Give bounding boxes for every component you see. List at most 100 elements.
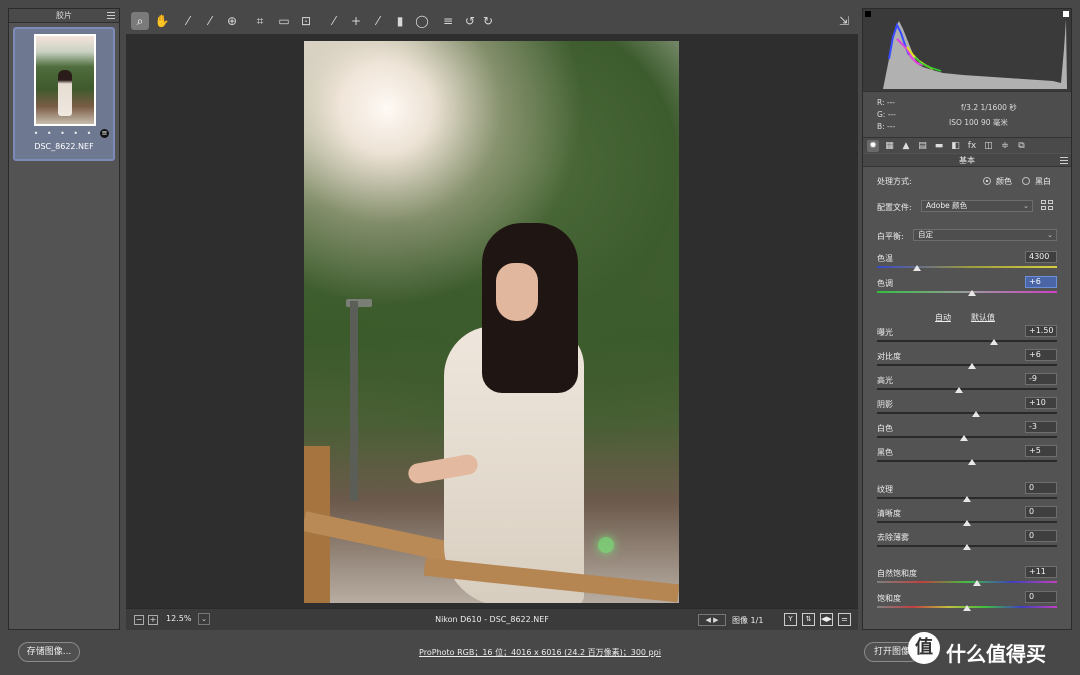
whites-label: 白色 bbox=[877, 424, 893, 433]
shadows-value-field[interactable]: +10 bbox=[1025, 397, 1057, 409]
saturation-slider-thumb[interactable] bbox=[963, 605, 971, 611]
exposure-slider-thumb[interactable] bbox=[990, 339, 998, 345]
vibrance-slider-track[interactable] bbox=[877, 581, 1057, 583]
blacks-value-field[interactable]: +5 bbox=[1025, 445, 1057, 457]
tone-curve-tab-icon[interactable]: ▦ bbox=[884, 140, 896, 152]
treatment-bw-radio[interactable] bbox=[1022, 177, 1030, 185]
adjustment-brush-icon[interactable]: ⁄ bbox=[369, 12, 387, 30]
lens-corrections-tab-icon[interactable]: ◧ bbox=[950, 140, 962, 152]
histogram-graph bbox=[865, 11, 1069, 89]
thumbnail-figure bbox=[58, 70, 72, 116]
saturation-label: 饱和度 bbox=[877, 594, 901, 603]
crop-tool-icon[interactable]: ⌗ bbox=[251, 12, 269, 30]
profile-select[interactable]: Adobe 颜色 ⌄ bbox=[921, 200, 1033, 212]
tint-slider-track[interactable] bbox=[877, 291, 1057, 293]
blacks-slider-thumb[interactable] bbox=[967, 459, 976, 465]
straighten-tool-icon[interactable]: ▭ bbox=[275, 12, 293, 30]
vibrance-slider-thumb[interactable] bbox=[972, 580, 981, 586]
rotate-right-icon[interactable]: ↻ bbox=[479, 12, 497, 30]
presets-tab-icon[interactable]: ≑ bbox=[999, 140, 1011, 152]
rotate-left-icon[interactable]: ↺ bbox=[461, 12, 479, 30]
effects-tab-icon[interactable]: fx bbox=[966, 140, 978, 152]
split-toning-tab-icon[interactable]: ▬ bbox=[933, 140, 945, 152]
swap-settings-icon[interactable]: ⇅ bbox=[802, 613, 815, 626]
exposure-slider-track[interactable] bbox=[877, 340, 1057, 342]
photo-preview[interactable] bbox=[304, 41, 679, 603]
hsl-tab-icon[interactable]: ▤ bbox=[917, 140, 929, 152]
contrast-slider-track[interactable] bbox=[877, 364, 1057, 366]
dehaze-value-field[interactable]: 0 bbox=[1025, 530, 1057, 542]
contrast-label: 对比度 bbox=[877, 352, 901, 361]
texture-slider-thumb[interactable] bbox=[963, 496, 971, 502]
vibrance-label: 自然饱和度 bbox=[877, 569, 917, 578]
temp-slider-thumb[interactable] bbox=[912, 265, 921, 271]
tint-label: 色调 bbox=[877, 279, 893, 288]
image-nav-buttons[interactable]: ◀ ▶ bbox=[698, 614, 726, 626]
shadows-slider-track[interactable] bbox=[877, 412, 1057, 414]
shadows-slider-thumb[interactable] bbox=[972, 411, 980, 417]
preferences-icon[interactable]: ≡ bbox=[439, 12, 457, 30]
basic-tab-icon[interactable]: ✹ bbox=[867, 140, 879, 152]
snapshots-tab-icon[interactable]: ⧉ bbox=[1016, 140, 1028, 152]
shadow-clip-icon bbox=[865, 11, 871, 17]
saturation-value-field[interactable]: 0 bbox=[1025, 591, 1057, 603]
lens-flare bbox=[598, 537, 614, 553]
hand-tool-icon[interactable]: ✋ bbox=[153, 12, 171, 30]
temp-value-field[interactable]: 4300 bbox=[1025, 251, 1057, 263]
targeted-adjustment-tool-icon[interactable]: ⊕ bbox=[223, 12, 241, 30]
auto-link[interactable]: 自动 bbox=[935, 312, 951, 323]
vibrance-value-field[interactable]: +11 bbox=[1025, 566, 1057, 578]
tint-slider-thumb[interactable] bbox=[968, 290, 977, 296]
whites-value-field[interactable]: -3 bbox=[1025, 421, 1057, 433]
radial-filter-icon[interactable]: ◯ bbox=[413, 12, 431, 30]
wb-value: 自定 bbox=[918, 230, 933, 239]
exposure-value-field[interactable]: +1.50 bbox=[1025, 325, 1057, 337]
treatment-bw-label[interactable]: 黑白 bbox=[1035, 176, 1051, 187]
contrast-slider-thumb[interactable] bbox=[968, 363, 977, 369]
rating-stars[interactable]: • • • • • bbox=[15, 129, 113, 138]
treatment-color-radio[interactable] bbox=[983, 177, 991, 185]
filmstrip-item[interactable]: • • • • • ≡ DSC_8622.NEF bbox=[13, 27, 115, 161]
treatment-color-label[interactable]: 颜色 bbox=[996, 176, 1012, 187]
color-sampler-tool-icon[interactable]: ⁄ bbox=[201, 12, 219, 30]
thumbnail-image bbox=[34, 34, 96, 126]
default-link[interactable]: 默认值 bbox=[971, 312, 995, 323]
tint-value-field[interactable]: +6 bbox=[1025, 276, 1057, 288]
white-balance-tool-icon[interactable]: ⁄ bbox=[179, 12, 197, 30]
before-after-y-icon[interactable]: Y bbox=[784, 613, 797, 626]
exif-aperture-shutter: f/3.2 1/1600 秒 bbox=[961, 103, 1017, 112]
clarity-slider-thumb[interactable] bbox=[963, 520, 971, 526]
spot-removal-tool-icon[interactable]: ⁄ bbox=[325, 12, 343, 30]
view-settings-icon[interactable]: ⚌ bbox=[838, 613, 851, 626]
highlights-slider-track[interactable] bbox=[877, 388, 1057, 390]
red-eye-tool-icon[interactable]: + bbox=[347, 12, 365, 30]
dehaze-slider-thumb[interactable] bbox=[963, 544, 971, 550]
section-menu-icon[interactable] bbox=[1060, 157, 1068, 164]
whites-slider-thumb[interactable] bbox=[960, 435, 969, 441]
clarity-label: 清晰度 bbox=[877, 509, 901, 518]
graduated-filter-icon[interactable]: ▮ bbox=[391, 12, 409, 30]
highlight-clip-icon bbox=[1063, 11, 1069, 17]
temp-slider-track[interactable] bbox=[877, 266, 1057, 268]
image-canvas[interactable] bbox=[126, 34, 858, 608]
calibration-tab-icon[interactable]: ◫ bbox=[983, 140, 995, 152]
profile-value: Adobe 颜色 bbox=[926, 201, 968, 210]
wb-select[interactable]: 自定 ⌄ bbox=[913, 229, 1057, 241]
watermark-text: 什么值得买 bbox=[946, 642, 1046, 666]
exif-iso-focal: ISO 100 90 毫米 bbox=[949, 118, 1008, 127]
fullscreen-icon[interactable]: ⇲ bbox=[835, 12, 853, 30]
profile-browser-icon[interactable] bbox=[1041, 200, 1055, 212]
texture-value-field[interactable]: 0 bbox=[1025, 482, 1057, 494]
rgb-r: R: --- bbox=[877, 98, 896, 107]
contrast-value-field[interactable]: +6 bbox=[1025, 349, 1057, 361]
panel-tabs: ✹ ▦ ▲ ▤ ▬ ◧ fx ◫ ≑ ⧉ bbox=[863, 137, 1071, 153]
highlights-value-field[interactable]: -9 bbox=[1025, 373, 1057, 385]
edited-badge-icon: ≡ bbox=[100, 129, 109, 138]
transform-tool-icon[interactable]: ⊡ bbox=[297, 12, 315, 30]
highlights-slider-thumb[interactable] bbox=[954, 387, 963, 393]
detail-tab-icon[interactable]: ▲ bbox=[900, 140, 912, 152]
clarity-value-field[interactable]: 0 bbox=[1025, 506, 1057, 518]
copy-settings-icon[interactable]: ◀▶ bbox=[820, 613, 833, 626]
filmstrip-menu-icon[interactable] bbox=[107, 12, 115, 19]
zoom-tool-icon[interactable]: ⌕ bbox=[131, 12, 149, 30]
